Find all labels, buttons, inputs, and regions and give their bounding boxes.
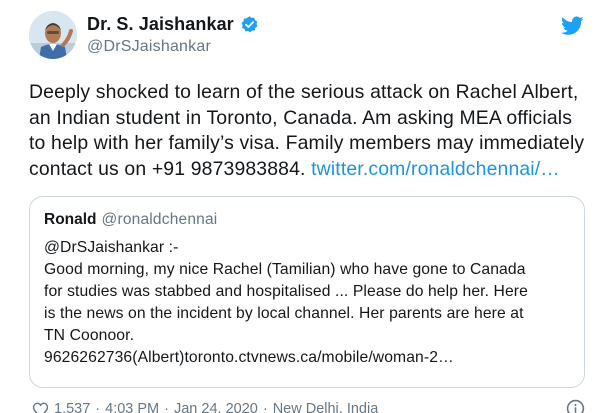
quoted-line: TN Coonoor. [44,327,135,344]
tweet-line: contact us on +91 9873983884. twitter.co… [29,157,589,183]
quoted-line: for studies was stabbed and hospitalised… [44,283,528,300]
tweet-card: Dr. S. Jaishankar @DrSJaishankar Deeply … [0,0,600,413]
quoted-line: @DrSJaishankar :- [44,239,179,256]
footer-separator: · [164,401,169,413]
verified-badge-icon [241,15,258,32]
author-info: Dr. S. Jaishankar @DrSJaishankar [87,12,259,56]
quoted-tweet-link[interactable]: twitter.com/ronaldchennai/… [311,158,560,180]
tweet-line: to help with her family’s visa. Family m… [29,132,585,154]
heart-icon[interactable] [32,402,49,413]
tweet-location[interactable]: New Delhi, India [273,401,379,413]
tweet-date[interactable]: Jan 24, 2020 [174,401,258,413]
tweet-footer: 1,537 · 4:03 PM · Jan 24, 2020 · New Del… [32,401,378,413]
quoted-author-handle[interactable]: @ronaldchennai [102,211,218,229]
quoted-line: Good morning, my nice Rachel (Tamilian) … [44,261,526,278]
footer-separator: · [95,401,101,413]
quoted-tweet-header: Ronald @ronaldchennai [44,211,217,229]
tweet-time[interactable]: 4:03 PM [105,401,159,413]
info-icon[interactable] [566,399,585,413]
tweet-line: an Indian student in Toronto, Canada. Am… [29,106,573,129]
avatar[interactable] [29,11,77,59]
author-display-name[interactable]: Dr. S. Jaishankar [87,14,234,35]
footer-separator: · [262,401,268,413]
quoted-tweet-text: @DrSJaishankar :- Good morning, my nice … [44,237,574,369]
tweet-line-text: contact us on +91 9873983884. [29,157,306,180]
quoted-tweet[interactable]: Ronald @ronaldchennai @DrSJaishankar :- … [29,196,585,388]
avatar-photo [29,11,77,59]
quoted-line: is the news on the incident by local cha… [44,305,524,322]
tweet-line: Deeply shocked to learn of the serious a… [29,81,579,103]
twitter-bird-icon[interactable] [561,16,584,36]
author-handle[interactable]: @DrSJaishankar [87,38,259,56]
quoted-line: 9626262736(Albert)toronto.ctvnews.ca/mob… [44,349,454,366]
quoted-author-name[interactable]: Ronald [44,211,97,229]
tweet-text: Deeply shocked to learn of the serious a… [29,80,589,182]
like-count[interactable]: 1,537 [54,401,90,413]
